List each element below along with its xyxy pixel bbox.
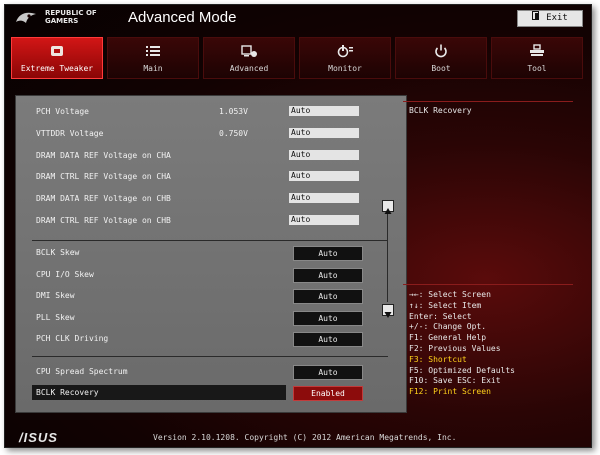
brand-text: REPUBLIC OF GAMERS	[45, 9, 97, 25]
tab-label: Main	[143, 64, 163, 73]
setting-row[interactable]: DMI Skew Auto	[16, 288, 388, 304]
key-hint: F1: General Help	[409, 333, 487, 343]
setting-label: BCLK Recovery	[36, 388, 99, 397]
tab-label: Boot	[431, 64, 451, 73]
tab-label: Monitor	[328, 64, 362, 73]
key-hint: +/-: Change Opt.	[409, 322, 487, 332]
section-divider	[32, 356, 388, 357]
tab-main[interactable]: Main	[107, 37, 199, 79]
help-title: BCLK Recovery	[409, 106, 472, 115]
advanced-settings-icon	[241, 45, 257, 57]
scroll-up-button[interactable]	[382, 200, 394, 214]
setting-row[interactable]: DRAM DATA REF Voltage on CHB Auto	[16, 191, 388, 207]
setting-label: VTTDDR Voltage	[36, 129, 104, 138]
key-legend: →←: Select Screen ↑↓: Select Item Enter:…	[409, 290, 589, 398]
setting-label: DRAM DATA REF Voltage on CHA	[36, 151, 171, 160]
exit-label: Exit	[546, 13, 568, 23]
power-icon	[435, 44, 447, 58]
rog-logo-icon	[16, 12, 36, 23]
setting-dropdown[interactable]: Auto	[293, 246, 363, 261]
setting-value: 0.750V	[219, 129, 248, 138]
setting-row[interactable]: DRAM CTRL REF Voltage on CHA Auto	[16, 169, 388, 185]
setting-input[interactable]: Auto	[289, 193, 359, 203]
bios-window: REPUBLIC OF GAMERS Advanced Mode Exit Ex…	[4, 4, 592, 448]
tab-tool[interactable]: Tool	[491, 37, 583, 79]
header: REPUBLIC OF GAMERS Advanced Mode Exit	[5, 5, 591, 33]
setting-label: BCLK Skew	[36, 248, 80, 257]
setting-row[interactable]: CPU I/O Skew Auto	[16, 267, 388, 283]
scroll-down-button[interactable]	[382, 304, 394, 318]
setting-label: PCH Voltage	[36, 107, 89, 116]
chip-icon	[51, 46, 63, 56]
key-hint: Enter: Select	[409, 311, 472, 321]
tab-label: Advanced	[229, 64, 269, 73]
setting-label: DRAM DATA REF Voltage on CHB	[36, 194, 171, 203]
key-hint-print-screen[interactable]: F12: Print Screen	[409, 387, 589, 398]
setting-label: DRAM CTRL REF Voltage on CHB	[36, 216, 171, 225]
key-hint-shortcut[interactable]: F3: Shortcut	[409, 355, 589, 366]
setting-dropdown[interactable]: Auto	[293, 365, 363, 380]
setting-row[interactable]: CPU Spread Spectrum Auto	[16, 364, 388, 380]
setting-dropdown[interactable]: Enabled	[293, 386, 363, 401]
setting-label: DMI Skew	[36, 291, 75, 300]
section-divider	[32, 240, 388, 241]
setting-row-selected[interactable]: BCLK Recovery Enabled	[16, 385, 388, 401]
setting-label: CPU I/O Skew	[36, 270, 94, 279]
tool-icon	[530, 44, 544, 56]
setting-label: CPU Spread Spectrum	[36, 367, 128, 376]
key-hint: ↑↓: Select Item	[409, 300, 482, 310]
monitor-gauge-icon	[337, 45, 353, 58]
arrow-up-icon	[384, 208, 392, 214]
tab-label: Tool	[527, 64, 547, 73]
setting-row[interactable]: PCH Voltage 1.053V Auto	[16, 104, 388, 120]
tab-monitor[interactable]: Monitor	[299, 37, 391, 79]
list-icon	[146, 46, 160, 56]
setting-value: 1.053V	[219, 107, 248, 116]
tab-boot[interactable]: Boot	[395, 37, 487, 79]
exit-button[interactable]: Exit	[517, 10, 583, 27]
tab-extreme-tweaker[interactable]: Extreme Tweaker	[11, 37, 103, 79]
help-divider	[403, 101, 573, 102]
key-hint: F5: Optimized Defaults	[409, 365, 515, 375]
key-hint: F10: Save ESC: Exit	[409, 376, 501, 386]
settings-panel: PCH Voltage 1.053V Auto VTTDDR Voltage 0…	[15, 95, 407, 413]
setting-label: DRAM CTRL REF Voltage on CHA	[36, 172, 171, 181]
setting-dropdown[interactable]: Auto	[293, 289, 363, 304]
setting-input[interactable]: Auto	[289, 128, 359, 138]
setting-input[interactable]: Auto	[289, 150, 359, 160]
arrow-down-icon	[384, 312, 392, 318]
setting-label: PLL Skew	[36, 313, 75, 322]
setting-row[interactable]: PCH CLK Driving Auto	[16, 331, 388, 347]
exit-door-icon	[532, 11, 540, 26]
brand-line2: GAMERS	[45, 17, 79, 25]
setting-input[interactable]: Auto	[289, 171, 359, 181]
setting-row[interactable]: VTTDDR Voltage 0.750V Auto	[16, 126, 388, 142]
scrollbar-track[interactable]	[387, 212, 388, 302]
asus-logo: /ISUS	[19, 430, 58, 445]
setting-input[interactable]: Auto	[289, 106, 359, 116]
setting-row[interactable]: DRAM CTRL REF Voltage on CHB Auto	[16, 213, 388, 229]
setting-dropdown[interactable]: Auto	[293, 268, 363, 283]
footer-copyright: Version 2.10.1208. Copyright (C) 2012 Am…	[153, 433, 457, 442]
setting-row[interactable]: DRAM DATA REF Voltage on CHA Auto	[16, 148, 388, 164]
tab-bar: Extreme Tweaker Main Advanced Monitor Bo…	[11, 37, 585, 79]
key-hint: →←: Select Screen	[409, 290, 491, 299]
tab-label: Extreme Tweaker	[20, 64, 94, 73]
setting-dropdown[interactable]: Auto	[293, 332, 363, 347]
setting-input[interactable]: Auto	[289, 215, 359, 225]
setting-row[interactable]: PLL Skew Auto	[16, 310, 388, 326]
page-title: Advanced Mode	[128, 9, 237, 26]
setting-dropdown[interactable]: Auto	[293, 311, 363, 326]
key-hint: F2: Previous Values	[409, 343, 501, 353]
brand-line1: REPUBLIC OF	[45, 9, 97, 17]
setting-row[interactable]: BCLK Skew Auto	[16, 245, 388, 261]
setting-label: PCH CLK Driving	[36, 334, 109, 343]
keys-divider	[403, 284, 573, 285]
tab-advanced[interactable]: Advanced	[203, 37, 295, 79]
